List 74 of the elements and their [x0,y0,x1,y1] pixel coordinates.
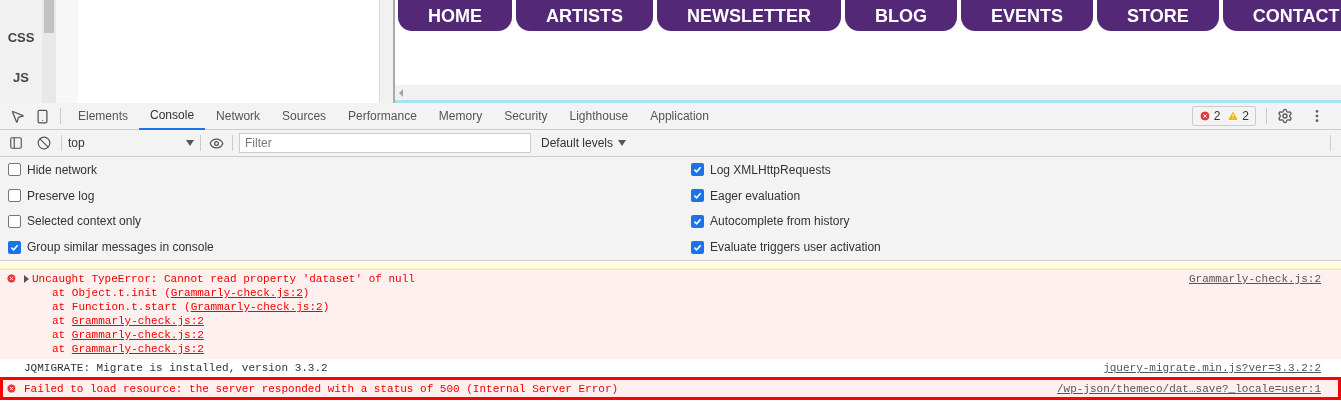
filter-field[interactable]: Filter [239,133,531,153]
stack-frame: at Grammarly-check.js:2 [24,328,1189,342]
checkbox[interactable] [691,163,704,177]
checkmark-icon [10,242,19,252]
checkmark-icon [693,242,702,252]
source-link[interactable]: jquery-migrate.min.js?ver=3.3.2:2 [1103,361,1335,375]
source-link[interactable]: Grammarly-check.js:2 [1188,272,1335,356]
clear-console-icon[interactable] [37,136,51,150]
scrollbar[interactable] [395,85,1341,100]
sidebar-toggle-icon[interactable] [9,136,23,150]
expand-triangle-icon[interactable] [24,275,29,283]
checkmark-icon [693,165,702,175]
message-text: Uncaught TypeError: Cannot read property 'dataset' of null [32,272,415,286]
nav-button[interactable]: ARTISTS [516,0,653,31]
devtools-tab[interactable]: Lighthouse [558,102,640,130]
setting-label: Evaluate triggers user activation [710,239,881,257]
checkbox[interactable] [8,240,21,254]
devtools-tab[interactable]: Memory [427,102,494,130]
inspect-icon[interactable] [10,108,25,124]
editor-tab[interactable]: JS [13,67,29,87]
setting-label: Group similar messages in console [27,239,214,257]
stack-frame: at Object.t.init (Grammarly-check.js:2) [24,286,1189,300]
nav-button[interactable]: NEWSLETTER [657,0,841,31]
devtools-tab[interactable]: Application [639,102,720,130]
setting-label: Autocomplete from history [710,213,850,231]
stack-frame: at Function.t.start (Grammarly-check.js:2) [24,300,1189,314]
live-expression-icon[interactable] [209,135,224,151]
source-link[interactable]: Grammarly-check.js:2 [71,329,204,341]
message-text: JQMIGRATE: Migrate is installed, version 3.3.2 [24,361,328,375]
checkbox[interactable] [691,240,704,254]
setting-label: Hide network [27,161,98,179]
source-link[interactable]: Grammarly-check.js:2 [170,287,303,299]
setting-label: Preserve log [27,187,95,205]
error-icon [6,383,17,394]
settings-icon[interactable] [1277,108,1293,124]
checkbox[interactable] [691,189,704,203]
warning-icon [1227,110,1240,122]
nav-button[interactable]: BLOG [845,0,957,31]
message-text: Failed to load resource: the server responded with a status of 500 (Internal Server Error) [24,382,619,396]
source-link[interactable]: Grammarly-check.js:2 [71,315,204,327]
stack-frame: at Grammarly-check.js:2 [24,314,1189,328]
devtools-tab[interactable]: Elements [67,102,140,130]
checkmark-icon [693,191,702,201]
devtools-tab[interactable]: Network [205,102,272,130]
warning-count: 2 [1242,108,1249,125]
context-selector[interactable]: top [62,134,200,152]
checkbox[interactable] [8,189,21,203]
checkbox[interactable] [8,163,21,177]
error-count: 2 [1213,108,1221,125]
error-icon [6,273,17,284]
error-icon [1198,110,1211,122]
setting-label: Log XMLHttpRequests [710,161,831,179]
nav-button[interactable]: HOME [398,0,512,31]
setting-label: Eager evaluation [710,187,801,205]
stack-frame: at Grammarly-check.js:2 [24,342,1189,356]
source-link[interactable]: /wp-json/themeco/dat…save?_locale=user:1 [1056,382,1335,396]
checkmark-icon [693,216,702,226]
devtools-tab[interactable]: Sources [271,102,338,130]
editor-tab[interactable]: CSS [7,28,35,48]
issues-counter[interactable]: 2 2 [1191,106,1256,126]
log-levels-dropdown[interactable]: Default levels [541,134,627,152]
scrollbar[interactable] [380,0,395,103]
nav-button[interactable]: CONTACT [1222,0,1341,31]
devtools-tab[interactable]: Performance [337,102,428,130]
checkbox[interactable] [8,214,21,228]
source-link[interactable]: Grammarly-check.js:2 [71,343,204,355]
device-toolbar-icon[interactable] [35,108,50,124]
setting-label: Selected context only [27,213,142,231]
devtools-tab[interactable]: Security [493,102,559,130]
source-link[interactable]: Grammarly-check.js:2 [190,301,323,313]
nav-button[interactable]: EVENTS [961,0,1094,31]
scrollbar[interactable] [42,0,56,103]
nav-button[interactable]: STORE [1097,0,1219,31]
checkbox[interactable] [691,214,704,228]
